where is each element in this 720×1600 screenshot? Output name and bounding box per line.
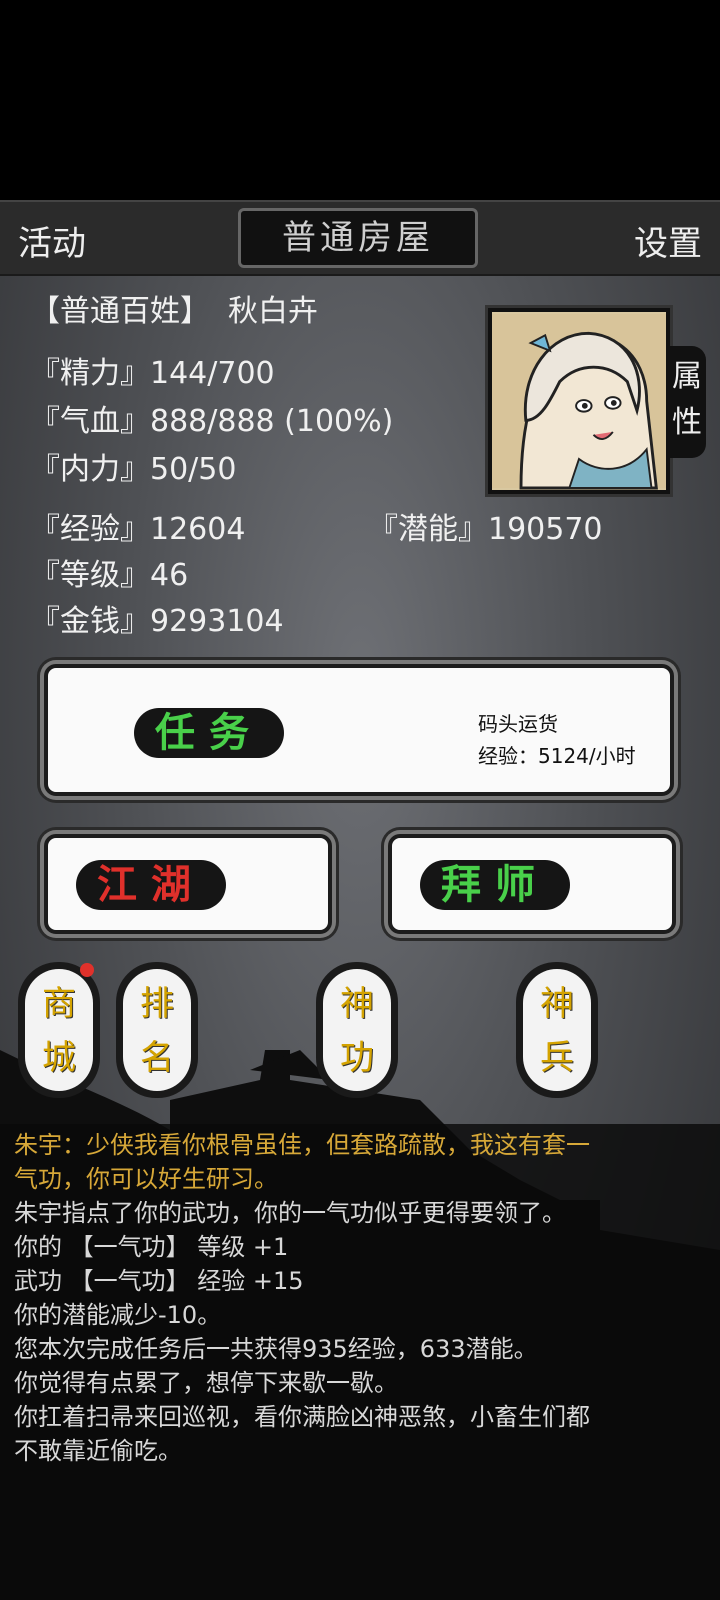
stat-dengji: 『等级』46: [30, 558, 189, 593]
ranking-char1: 排: [140, 984, 174, 1024]
message-log[interactable]: 朱宇：少侠我看你根骨虽佳，但套路疏散，我这有套一 气功，你可以好生研习。 朱宇指…: [0, 1124, 720, 1600]
portrait-illustration: [492, 314, 666, 490]
settings-button[interactable]: 设置: [634, 216, 702, 265]
stat-neili: 『内力』50/50: [30, 452, 237, 487]
weapon-scroll-button[interactable]: 神 兵: [516, 962, 598, 1098]
shop-char1: 商: [42, 984, 76, 1024]
log-line: 武功 【一气功】 经验 +15: [14, 1267, 304, 1295]
attribute-tab-char1: 属: [672, 359, 702, 394]
stat-jingyan: 『经验』12604: [30, 512, 246, 547]
log-line: 你的潜能减少-10。: [14, 1301, 222, 1329]
log-line: 朱宇：少侠我看你根骨虽佳，但套路疏散，我这有套一: [14, 1131, 590, 1159]
martial-arts-scroll-text: 神 功: [323, 969, 391, 1091]
top-bar: 活动 普通房屋 设置: [0, 200, 720, 276]
shop-scroll-button[interactable]: 商 城: [18, 962, 100, 1098]
weapon-scroll-text: 神 兵: [523, 969, 591, 1091]
attribute-tab[interactable]: 属 性: [668, 346, 706, 458]
notification-dot: [80, 963, 94, 977]
task-label: 任务: [134, 708, 284, 758]
stat-jingli: 『精力』144/700: [30, 356, 275, 391]
stat-qianneng: 『潜能』190570: [368, 512, 603, 547]
location-title: 普通房屋: [238, 208, 478, 268]
ranking-scroll-text: 排 名: [123, 969, 191, 1091]
baishi-label: 拜师: [420, 860, 570, 910]
attribute-tab-char2: 性: [672, 405, 702, 440]
baishi-button[interactable]: 拜师: [388, 834, 676, 934]
log-line: 气功，你可以好生研习。: [14, 1165, 278, 1193]
log-line: 您本次完成任务后一共获得935经验，633潜能。: [14, 1335, 538, 1363]
martial-arts-char1: 神: [340, 984, 374, 1024]
log-line: 朱宇指点了你的武功，你的一气功似乎更得要领了。: [14, 1199, 566, 1227]
character-name: 秋白卉: [228, 294, 318, 329]
rank-label: 【普通百姓】: [30, 294, 210, 329]
task-exp-rate: 经验：5124/小时: [478, 744, 636, 768]
martial-arts-char2: 功: [340, 1038, 374, 1078]
activity-button[interactable]: 活动: [18, 216, 86, 265]
ranking-char2: 名: [140, 1038, 174, 1078]
task-name: 码头运货: [478, 712, 558, 736]
character-portrait[interactable]: [488, 308, 670, 494]
log-line: 不敢靠近偷吃。: [14, 1437, 182, 1465]
jianghu-label: 江湖: [76, 860, 226, 910]
shop-char2: 城: [42, 1038, 76, 1078]
ranking-scroll-button[interactable]: 排 名: [116, 962, 198, 1098]
martial-arts-scroll-button[interactable]: 神 功: [316, 962, 398, 1098]
weapon-char1: 神: [540, 984, 574, 1024]
log-line: 你觉得有点累了，想停下来歇一歇。: [14, 1369, 398, 1397]
log-line: 你的 【一气功】 等级 +1: [14, 1233, 289, 1261]
task-panel[interactable]: 任务 码头运货 经验：5124/小时: [44, 664, 674, 796]
stat-jinqian: 『金钱』9293104: [30, 604, 284, 639]
shop-scroll-text: 商 城: [25, 969, 93, 1091]
log-line: 你扛着扫帚来回巡视，看你满脸凶神恶煞，小畜生们都: [14, 1403, 590, 1431]
jianghu-button[interactable]: 江湖: [44, 834, 332, 934]
weapon-char2: 兵: [540, 1038, 574, 1078]
stat-qixue: 『气血』888/888 (100%): [30, 404, 394, 439]
